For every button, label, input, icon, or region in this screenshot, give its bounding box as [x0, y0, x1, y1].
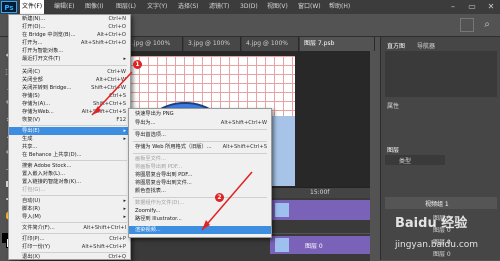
watermark-brand: Baidu 经验	[395, 216, 468, 231]
annotation-arrow-2	[201, 171, 253, 231]
annotation-step-2: 2	[215, 193, 224, 202]
annotation-step-1: 1	[133, 60, 142, 69]
watermark-url: jingyan.baidu.com	[395, 240, 479, 250]
